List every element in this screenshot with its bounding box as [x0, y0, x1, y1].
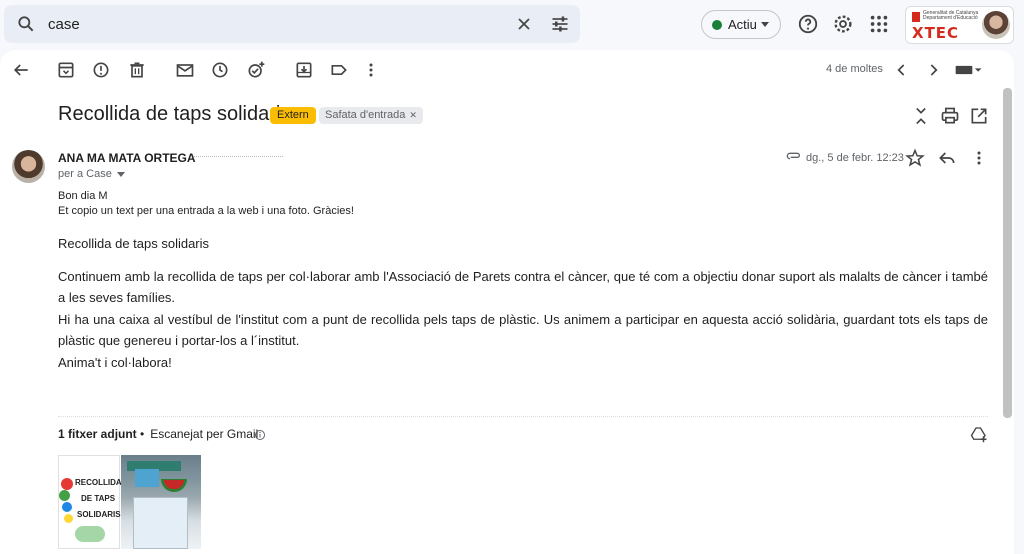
email-body-title: Recollida de taps solidaris — [58, 236, 210, 251]
email-paragraph: Hi ha una caixa al vestíbul de l'institu… — [58, 312, 988, 348]
status-label: Actiu — [728, 17, 757, 32]
poster-text: RECOLLIDA — [75, 478, 122, 487]
attachment-count: 1 fitxer adjunt — [58, 427, 137, 441]
poster-graphic — [64, 514, 73, 523]
sender-email-redacted — [193, 156, 283, 159]
poster-text: SOLIDARIS! — [77, 510, 124, 519]
account-brand[interactable]: Generalitat de Catalunya Departament d'Ed… — [905, 6, 1014, 44]
gear-icon[interactable] — [832, 13, 854, 35]
inbox-label-chip[interactable]: Safata d'entrada ✕ — [319, 107, 423, 124]
chevron-left-icon[interactable] — [892, 60, 912, 80]
email-greeting: Bon dia M — [58, 190, 108, 202]
attachments-divider — [58, 416, 988, 417]
email-intro: Et copio un text per una entrada a la we… — [58, 205, 354, 217]
mark-unread-icon[interactable] — [175, 60, 195, 80]
chevron-down-icon[interactable] — [116, 171, 125, 177]
add-to-drive-icon[interactable] — [970, 425, 988, 443]
collapse-all-icon[interactable] — [911, 106, 931, 126]
inbox-label-text: Safata d'entrada — [325, 109, 406, 121]
poster-graphic — [62, 502, 72, 512]
bullet: • — [140, 427, 145, 441]
pager-text: 4 de moltes — [826, 63, 883, 75]
attachment-thumbnail-photo[interactable] — [121, 455, 201, 549]
poster-graphic — [61, 478, 73, 490]
label-icon[interactable] — [329, 60, 349, 80]
search-icon[interactable] — [16, 14, 36, 34]
search-input[interactable] — [48, 13, 488, 35]
top-bar: Actiu Generalitat de CatalunyaDepartamen… — [0, 0, 1024, 50]
poster-text: DE TAPS — [81, 494, 116, 503]
email-panel: 4 de moltes Recollida de taps solidaris … — [0, 50, 1014, 554]
delete-icon[interactable] — [127, 60, 147, 80]
back-icon[interactable] — [11, 60, 31, 80]
search-options-icon[interactable] — [550, 14, 570, 34]
recipients-line[interactable]: per a Case — [58, 168, 125, 180]
print-icon[interactable] — [940, 106, 960, 126]
star-icon[interactable] — [905, 148, 925, 168]
recipients-text: per a Case — [58, 168, 112, 180]
attachment-clip-icon — [786, 152, 800, 160]
poster-graphic — [75, 526, 105, 542]
reply-icon[interactable] — [937, 148, 957, 168]
apps-grid-icon[interactable] — [868, 13, 890, 35]
more-vert-icon[interactable] — [361, 60, 381, 80]
generalitat-logo — [912, 12, 920, 22]
email-paragraph: Continuem amb la recollida de taps per c… — [58, 269, 988, 305]
status-selector[interactable]: Actiu — [701, 10, 781, 39]
snooze-icon[interactable] — [210, 60, 230, 80]
move-to-icon[interactable] — [294, 60, 314, 80]
photo-collection-box — [133, 497, 188, 549]
more-vert-icon[interactable] — [969, 148, 989, 168]
external-badge: Extern — [270, 107, 316, 124]
email-date: dg., 5 de febr. 12:23 — [806, 152, 904, 164]
open-in-new-window-icon[interactable] — [969, 106, 989, 126]
chevron-right-icon[interactable] — [923, 60, 943, 80]
chevron-down-icon — [761, 22, 769, 27]
search-bar[interactable] — [4, 5, 580, 43]
clear-search-icon[interactable] — [514, 14, 534, 34]
sender-name[interactable]: ANA MA MATA ORTEGA — [58, 151, 196, 165]
info-icon[interactable] — [254, 429, 266, 441]
email-subject: Recollida de taps solidaris — [58, 103, 291, 125]
account-avatar[interactable] — [982, 11, 1010, 39]
help-icon[interactable] — [797, 13, 819, 35]
archive-icon[interactable] — [56, 60, 76, 80]
scan-label: Escanejat per Gmail — [150, 427, 259, 441]
report-spam-icon[interactable] — [91, 60, 111, 80]
keyboard-icon[interactable] — [954, 60, 984, 80]
scan-note: • Escanejat per Gmail — [140, 427, 258, 441]
attachment-thumbnail-poster[interactable]: RECOLLIDA DE TAPS SOLIDARIS! — [58, 455, 124, 549]
status-dot — [712, 20, 722, 30]
brand-logo: XTEC — [912, 24, 960, 42]
sender-avatar[interactable] — [12, 150, 45, 183]
scrollbar[interactable] — [1003, 88, 1012, 418]
add-task-icon[interactable] — [246, 60, 266, 80]
email-paragraph: Anima't i col·labora! — [58, 355, 172, 370]
remove-label-icon[interactable]: ✕ — [409, 110, 417, 120]
poster-graphic — [59, 490, 70, 501]
photo-poster — [135, 469, 159, 487]
brand-org: Generalitat de Catalunya Departament d'Ed… — [923, 10, 979, 21]
